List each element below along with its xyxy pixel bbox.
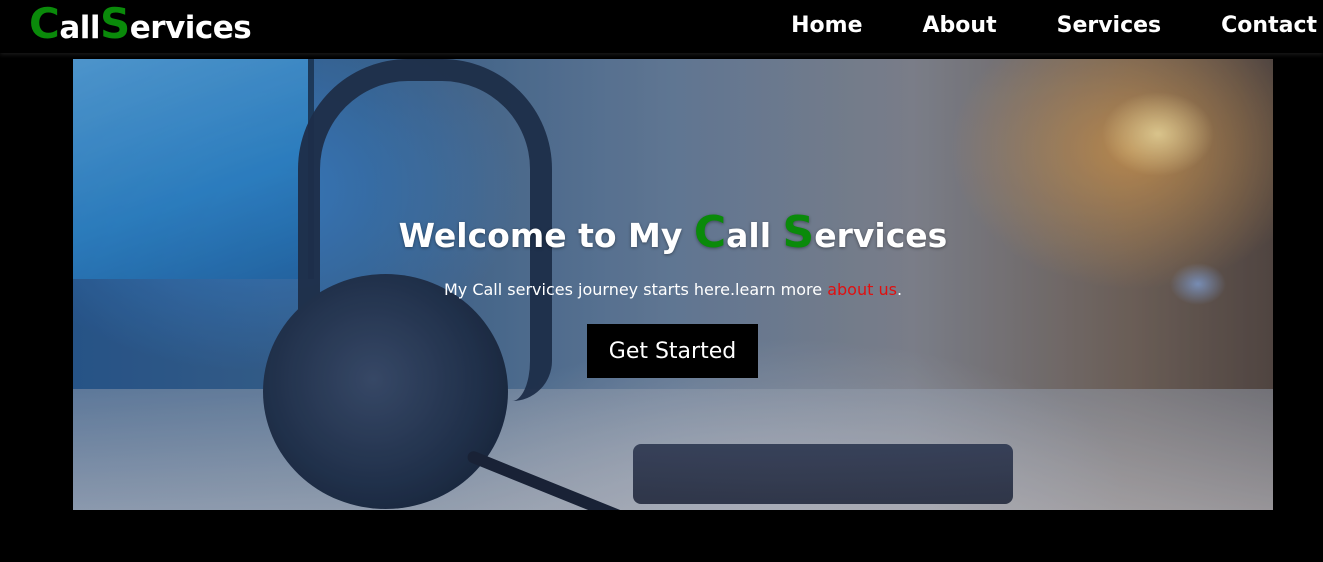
about-us-link[interactable]: about us (827, 280, 897, 299)
logo-letter-s: S (100, 0, 130, 48)
navbar: CallServices Home About Services Contact (0, 0, 1323, 53)
main-nav: Home About Services Contact (731, 0, 1317, 50)
hero-title-all: all (726, 216, 783, 255)
nav-link-home[interactable]: Home (791, 13, 862, 38)
hero-subtitle-end: . (896, 280, 903, 299)
hero-banner: Welcome to My Call Services My Call serv… (73, 59, 1273, 510)
hero-title-ervices: ervices (814, 216, 948, 255)
get-started-button[interactable]: Get Started (587, 324, 758, 378)
logo-text-ervices: ervices (129, 10, 252, 46)
logo-letter-c: C (29, 0, 60, 48)
site-logo[interactable]: CallServices (29, 0, 252, 49)
nav-link-services[interactable]: Services (1057, 13, 1162, 38)
nav-link-about[interactable]: About (923, 13, 997, 38)
hero-title: Welcome to My Call Services (73, 207, 1273, 258)
hero-title-prefix: Welcome to My (398, 216, 694, 255)
logo-text-all: all (59, 10, 100, 46)
hero-subtitle: My Call services journey starts here.lea… (73, 280, 1273, 299)
hero-title-letter-s: S (782, 207, 815, 258)
hero-title-letter-c: C (693, 207, 727, 258)
nav-link-contact[interactable]: Contact (1221, 13, 1317, 38)
hero-subtitle-text: My Call services journey starts here.lea… (443, 280, 828, 299)
